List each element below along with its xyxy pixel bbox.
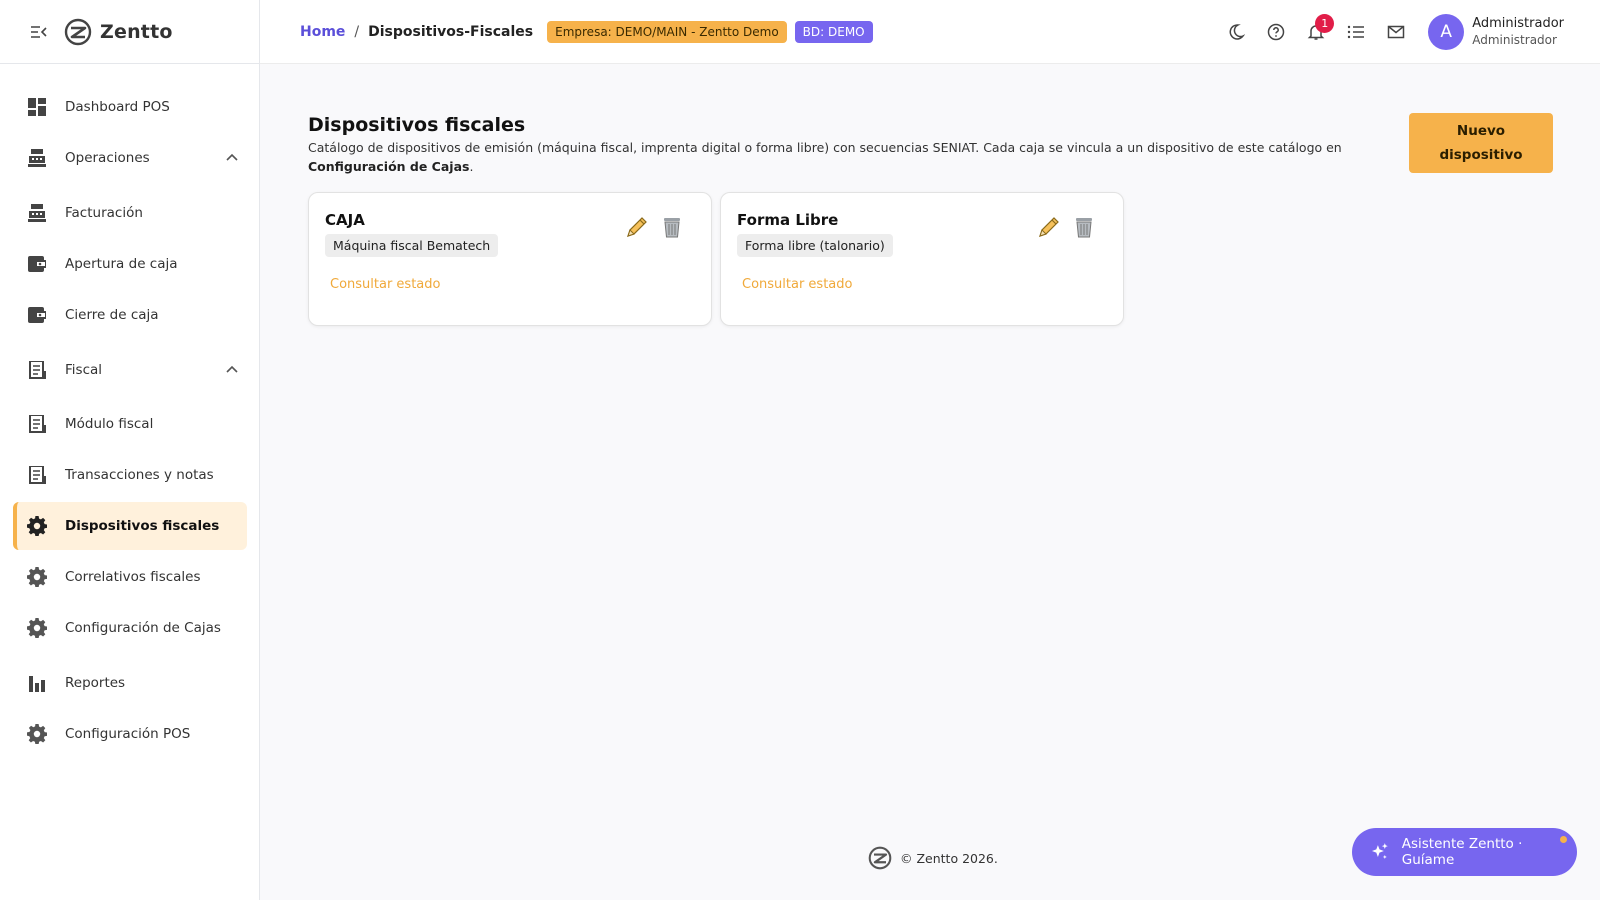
footer: © Zentto 2026. (868, 846, 998, 870)
sidebar-item-label: Correlativos fiscales (65, 569, 201, 585)
main-content: Dispositivos fiscales Catálogo de dispos… (260, 64, 1600, 900)
device-type-chip: Forma libre (talonario) (737, 234, 893, 257)
top-header: Home / Dispositivos-Fiscales Empresa: DE… (260, 0, 1600, 64)
dark-mode-moon-icon[interactable] (1216, 12, 1256, 52)
sidebar-item-transacciones-y-notas[interactable]: Transacciones y notas (13, 451, 247, 499)
sidebar-item-operaciones[interactable]: Operaciones (13, 134, 247, 182)
page-description: Catálogo de dispositivos de emisión (máq… (308, 138, 1368, 176)
sidebar-item-fiscal[interactable]: Fiscal (13, 346, 247, 394)
sidebar-item-label: Configuración POS (65, 726, 191, 742)
sidebar-item-dispositivos-fiscales[interactable]: Dispositivos fiscales (13, 502, 247, 550)
sidebar-item-label: Dispositivos fiscales (65, 518, 220, 534)
gear-icon (27, 516, 47, 536)
device-card: CAJA Máquina fiscal Bematech Consultar e… (308, 192, 712, 326)
sidebar-item-modulo-fiscal[interactable]: Módulo fiscal (13, 400, 247, 448)
delete-trash-icon[interactable] (661, 215, 683, 239)
footer-copyright: © Zentto 2026. (900, 850, 998, 866)
sidebar-item-label: Transacciones y notas (65, 467, 214, 483)
wallet-icon (27, 254, 47, 274)
page-description-end: . (469, 159, 474, 174)
sidebar-item-apertura-de-caja[interactable]: Apertura de caja (13, 240, 247, 288)
register-icon (27, 148, 47, 168)
page-title: Dispositivos fiscales (308, 114, 526, 136)
page-description-link-text: Configuración de Cajas (308, 159, 470, 174)
receipt-icon (27, 360, 47, 380)
avatar[interactable]: A (1428, 14, 1465, 50)
user-role: Administrador (1472, 32, 1557, 47)
check-status-link[interactable]: Consultar estado (330, 277, 440, 292)
dashboard-icon (27, 97, 47, 117)
breadcrumb-home-link[interactable]: Home (300, 24, 345, 40)
edit-pencil-icon[interactable] (625, 215, 649, 239)
sidebar-item-dashboard-pos[interactable]: Dashboard POS (13, 83, 247, 131)
sidebar-item-label: Operaciones (65, 150, 150, 166)
notification-count-badge: 1 (1315, 14, 1335, 33)
assistant-label: Asistente Zentto · Guíame (1401, 836, 1523, 868)
breadcrumb-separator: / (354, 23, 360, 40)
user-info[interactable]: Administrador Administrador (1472, 16, 1564, 47)
sparkle-icon (1371, 843, 1388, 859)
sidebar-item-cierre-de-caja[interactable]: Cierre de caja (13, 291, 247, 339)
chevron-up-icon (226, 153, 238, 161)
bar-chart-icon (27, 673, 47, 693)
header-actions: 1 A Administrador Administrador (1216, 0, 1600, 64)
sidebar-item-label: Fiscal (65, 362, 103, 378)
chevron-up-icon (226, 365, 238, 373)
user-name: Administrador (1472, 16, 1564, 32)
database-badge: BD: DEMO (794, 20, 873, 43)
gear-icon (27, 724, 47, 744)
device-card: Forma Libre Forma libre (talonario) Cons… (720, 192, 1124, 326)
sidebar-item-label: Dashboard POS (65, 99, 170, 115)
wallet-icon (27, 305, 47, 325)
brand-bar: Zentto (0, 0, 259, 64)
list-icon[interactable] (1336, 12, 1376, 52)
sidebar-item-label: Configuración de Cajas (65, 620, 221, 636)
device-type-chip: Máquina fiscal Bematech (325, 234, 499, 257)
gear-icon (27, 567, 47, 587)
breadcrumb-current: Dispositivos-Fiscales (368, 23, 534, 40)
edit-pencil-icon[interactable] (1037, 215, 1061, 239)
check-status-link[interactable]: Consultar estado (742, 277, 852, 292)
breadcrumb: Home / Dispositivos-Fiscales (300, 24, 533, 40)
assistant-guide-button[interactable]: Asistente Zentto · Guíame (1352, 828, 1577, 876)
sidebar-item-facturacion[interactable]: Facturación (13, 189, 247, 237)
notifications-bell-icon[interactable]: 1 (1296, 12, 1336, 52)
new-device-button-line2: dispositivo (1439, 147, 1523, 163)
delete-trash-icon[interactable] (1073, 215, 1095, 239)
sidebar-item-label: Apertura de caja (65, 256, 178, 272)
sidebar-item-label: Reportes (65, 675, 126, 691)
device-name: CAJA (325, 211, 365, 229)
sidebar: Zentto Dashboard POS Operaciones Factura… (0, 0, 260, 900)
sidebar-item-configuracion-pos[interactable]: Configuración POS (13, 710, 247, 758)
new-device-button[interactable]: Nuevo dispositivo (1409, 113, 1553, 173)
gear-icon (27, 618, 47, 638)
sidebar-item-label: Cierre de caja (65, 307, 159, 323)
receipt-icon (27, 414, 47, 434)
brand-name: Zentto (100, 20, 173, 43)
sidebar-item-label: Módulo fiscal (65, 416, 154, 432)
device-name: Forma Libre (737, 211, 839, 229)
page-description-text: Catálogo de dispositivos de emisión (máq… (308, 140, 1342, 155)
zentto-logo-icon (868, 846, 892, 870)
zentto-logo-icon (64, 18, 92, 45)
sidebar-item-configuracion-de-cajas[interactable]: Configuración de Cajas (13, 604, 247, 652)
company-badge: Empresa: DEMO/MAIN - Zentto Demo (547, 20, 787, 43)
sidebar-item-reportes[interactable]: Reportes (13, 659, 247, 707)
register-icon (27, 203, 47, 223)
new-device-button-line1: Nuevo (1456, 123, 1506, 139)
help-icon[interactable] (1256, 12, 1296, 52)
assistant-indicator-dot (1560, 836, 1567, 843)
mail-icon[interactable] (1376, 12, 1416, 52)
collapse-menu-icon[interactable] (28, 21, 50, 43)
sidebar-item-correlativos-fiscales[interactable]: Correlativos fiscales (13, 553, 247, 601)
receipt-icon (27, 465, 47, 485)
sidebar-item-label: Facturación (65, 205, 143, 221)
